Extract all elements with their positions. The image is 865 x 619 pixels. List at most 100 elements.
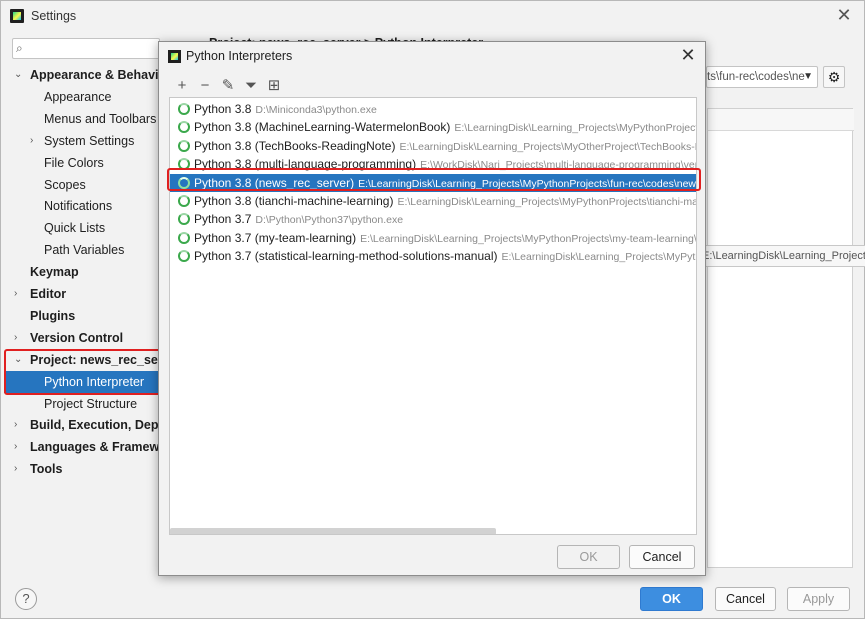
settings-title: Settings [31,9,77,23]
apply-button[interactable]: Apply [787,587,850,611]
interpreter-path: D:\Python\Python37\python.exe [255,214,404,227]
interpreter-entry: Python 3.8 D:\Miniconda3\python.exe [194,100,377,119]
python-interpreter-icon [178,121,190,134]
sidebar-item[interactable]: › Editor [4,283,161,305]
dialog-toolbar: + − ✎ ⏷ ⊞ [170,75,697,97]
pycharm-logo-icon [168,50,181,63]
sidebar-item[interactable]: Path Variables [4,239,161,261]
sidebar-item[interactable]: File Colors [4,152,161,174]
interpreter-path: E:\LearningDisk\Learning_Projects\MyOthe… [399,140,697,153]
settings-titlebar: Settings ✕ [1,1,864,31]
edit-icon[interactable]: ✎ [218,75,238,97]
sidebar-item-label: System Settings [44,133,135,148]
sidebar-item[interactable]: › Tools [4,458,161,480]
interpreter-entry: Python 3.8 (tianchi-machine-learning) E:\… [194,192,697,211]
path-tooltip: E:\LearningDisk\Learning_Projects\MyPyth… [697,245,865,267]
python-interpreter-icon [178,139,190,152]
python-interpreter-icon [178,250,190,263]
help-button[interactable]: ? [15,588,37,610]
interpreter-entry: Python 3.8 (TechBooks-ReadingNote) E:\Lea… [194,137,697,156]
chevron-right-icon[interactable]: › [30,130,42,152]
sidebar-item-label: Scopes [44,177,86,192]
sidebar-item[interactable]: Appearance [4,86,161,108]
interpreter-select[interactable]: ts\fun-rec\codes\ne ▼ [706,66,818,88]
interpreter-list-item[interactable]: Python 3.8 (MachineLearning-WatermelonBo… [170,118,696,137]
sidebar-item[interactable]: Plugins [4,305,161,327]
interpreter-entry: Python 3.7 D:\Python\Python37\python.exe [194,210,403,229]
cancel-button[interactable]: Cancel [715,587,776,611]
close-icon[interactable]: ✕ [833,5,855,27]
sidebar-item-label: File Colors [44,155,104,170]
chevron-right-icon[interactable]: › [14,458,26,480]
interpreter-path: E:\LearningDisk\Learning_Projects\MyPyth… [454,122,696,135]
interpreter-path: E:\LearningDisk\Learning_Projects\MyPyth… [501,251,697,264]
search-input[interactable]: ⌕ [12,38,160,59]
sidebar-item[interactable]: Notifications [4,195,161,217]
interpreter-path: D:\Miniconda3\python.exe [255,104,377,116]
sidebar-item-label: Tools [30,462,63,477]
chevron-right-icon[interactable]: › [14,283,26,305]
sidebar-item-label: Appearance & Behavior [30,68,172,82]
sidebar-item[interactable]: Menus and Toolbars [4,108,161,130]
sidebar-item-label: Notifications [44,199,113,214]
chevron-right-icon[interactable]: › [14,436,26,458]
sidebar-item-label: Appearance [44,89,112,104]
sidebar-item[interactable]: Scopes [4,174,161,196]
python-interpreter-icon [178,231,190,244]
sidebar-item[interactable]: Project Structure [4,393,161,415]
interpreter-name: Python 3.7 (statistical-learning-method-… [194,249,498,264]
sidebar-item-label: Plugins [30,308,76,323]
sidebar-item[interactable]: › Build, Execution, Deployment [4,414,206,436]
interpreter-name: Python 3.8 (tianchi-machine-learning) [194,194,394,208]
sidebar-item-label: Editor [30,287,67,301]
sidebar-item[interactable]: › Languages & Frameworks [4,436,186,458]
remove-icon[interactable]: − [195,75,215,97]
interpreter-entry: Python 3.8 (MachineLearning-WatermelonBo… [194,118,696,137]
chevron-right-icon[interactable]: › [14,327,26,349]
settings-sidebar: ⌕ ⌄ Appearance & Behavior Appearance Menus … [4,32,206,577]
filter-icon[interactable]: ⏷ [241,75,261,97]
sidebar-item[interactable]: › System Settings [4,130,161,152]
interpreter-name: Python 3.8 (TechBooks-ReadingNote) [194,138,396,153]
annotation-highlight-box [4,349,161,395]
sidebar-item[interactable]: Keymap [4,261,161,283]
interpreter-entry: Python 3.7 (my-team-learning) E:\Learning… [194,229,697,248]
interpreter-list-item[interactable]: Python 3.8 D:\Miniconda3\python.exe [170,100,696,119]
chevron-down-icon: ▼ [803,71,813,82]
interpreter-list-item[interactable]: Python 3.8 (tianchi-machine-learning) E:\… [170,192,697,211]
interpreter-path: E:\LearningDisk\Learning_Projects\MyPyth… [397,196,697,208]
interpreter-select-value: ts\fun-rec\codes\ne [707,71,805,83]
interpreter-list-item[interactable]: Python 3.8 (TechBooks-ReadingNote) E:\Lea… [170,137,697,156]
add-icon[interactable]: + [172,75,192,97]
paths-icon[interactable]: ⊞ [264,75,284,97]
ok-button[interactable]: OK [640,587,703,611]
sidebar-item-label: Project Structure [44,396,138,411]
close-icon[interactable]: ✕ [677,45,699,67]
sidebar-item-label: Path Variables [44,243,125,258]
python-interpreter-icon [178,195,190,207]
interpreter-list-item[interactable]: Python 3.7 D:\Python\Python37\python.exe [170,210,696,229]
sidebar-item[interactable]: Quick Lists [4,217,161,239]
sidebar-item[interactable]: ⌄ Appearance & Behavior [4,64,171,86]
gear-icon[interactable]: ⚙ [823,66,845,88]
sidebar-item[interactable]: › Version Control [4,327,161,349]
dialog-cancel-button[interactable]: Cancel [629,545,695,569]
chevron-right-icon[interactable]: › [14,414,26,436]
sidebar-item-label: Version Control [30,330,124,345]
packages-table-header [708,109,854,131]
interpreter-path: E:\LearningDisk\Learning_Projects\MyPyth… [360,232,697,245]
interpreter-name: Python 3.8 (MachineLearning-WatermelonBo… [194,120,451,135]
sidebar-item-label: Menus and Toolbars [44,111,157,126]
search-icon: ⌕ [16,41,23,55]
python-interpreter-icon [178,103,190,115]
python-interpreter-icon [178,213,190,226]
horizontal-scrollbar[interactable] [170,528,496,534]
chevron-down-icon[interactable]: ⌄ [14,64,26,86]
interpreter-name: Python 3.8 [194,102,252,116]
dialog-ok-button[interactable]: OK [557,545,620,569]
packages-table [707,108,854,568]
interpreter-list-item[interactable]: Python 3.7 (statistical-learning-method-… [170,247,697,265]
interpreter-name: Python 3.7 [194,212,252,227]
pycharm-logo-icon [10,9,24,23]
interpreter-list-item[interactable]: Python 3.7 (my-team-learning) E:\Learning… [170,229,697,248]
